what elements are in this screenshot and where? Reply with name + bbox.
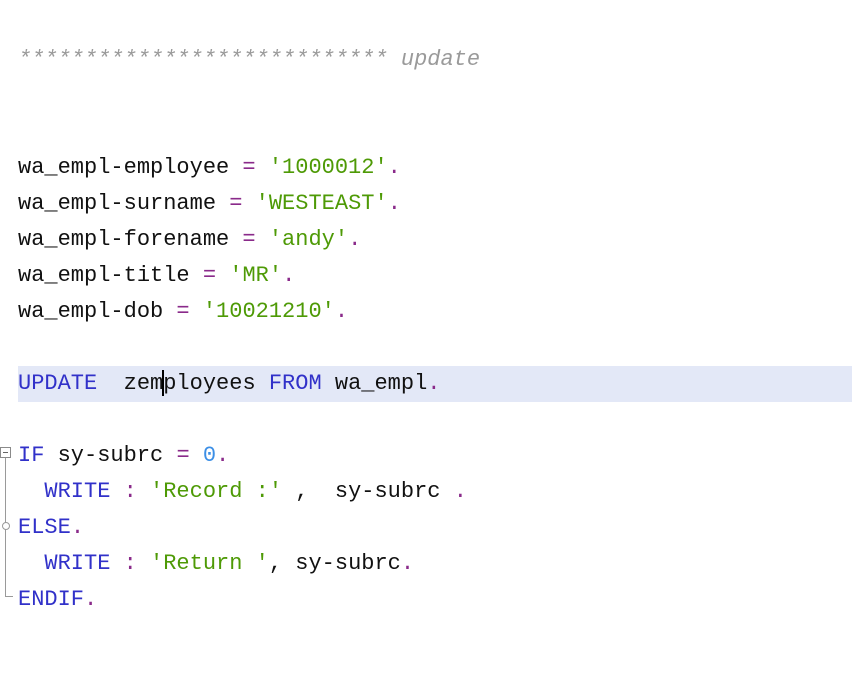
condition-field: sy-subrc — [44, 443, 177, 468]
keyword-if: IF — [18, 443, 45, 468]
write-args: , sy-subrc — [282, 479, 454, 504]
operator: = — [163, 299, 203, 324]
code-line-endif: ENDIF. — [18, 582, 97, 618]
statement-end: . — [84, 587, 98, 612]
code-line-title: wa_empl-title = 'MR'. — [18, 258, 295, 294]
keyword-write: WRITE — [44, 551, 111, 576]
table-name-part: zem — [97, 371, 164, 396]
statement-end: . — [348, 227, 362, 252]
statement-end: . — [400, 551, 415, 576]
code-line-forename: wa_empl-forename = 'andy'. — [18, 222, 361, 258]
code-line-employee: wa_empl-employee = '1000012'. — [18, 150, 401, 186]
statement-end: . — [70, 515, 85, 540]
code-line-surname: wa_empl-surname = 'WESTEAST'. — [18, 186, 401, 222]
comment-line: **************************** update — [18, 42, 480, 78]
string-literal: 'MR' — [229, 263, 283, 288]
operator: = — [189, 263, 230, 288]
operator: = — [229, 227, 269, 252]
code-line-dob: wa_empl-dob = '10021210'. — [18, 294, 348, 330]
statement-end: . — [387, 191, 401, 216]
fold-guide-end — [5, 596, 13, 597]
statement-end: . — [427, 371, 441, 396]
fold-branch-marker-icon — [2, 522, 10, 530]
operator: = — [229, 155, 269, 180]
statement-end: . — [216, 443, 230, 468]
code-line-write-return: WRITE : 'Return ', sy-subrc. — [18, 546, 414, 582]
colon: : — [110, 551, 151, 576]
colon: : — [110, 479, 151, 504]
field-name: wa_empl-dob — [18, 299, 164, 324]
table-name-part: ployees — [163, 371, 269, 396]
keyword-update: UPDATE — [18, 371, 98, 396]
keyword-endif: ENDIF — [18, 587, 85, 612]
code-line-write-record: WRITE : 'Record :' , sy-subrc . — [18, 474, 467, 510]
code-line-else: ELSE. — [18, 510, 84, 546]
string-literal: '10021210' — [202, 299, 335, 324]
statement-end: . — [453, 479, 467, 504]
number-literal: 0 — [189, 443, 217, 468]
statement-end: . — [282, 263, 296, 288]
string-literal: 'Record :' — [150, 479, 283, 504]
code-line-if: IF sy-subrc = 0. — [18, 438, 229, 474]
field-name: wa_empl-forename — [18, 227, 230, 252]
string-literal: '1000012' — [268, 155, 388, 180]
field-name: wa_empl-surname — [18, 191, 217, 216]
code-editor[interactable]: **************************** update wa_e… — [0, 0, 852, 698]
fold-collapse-icon[interactable] — [0, 447, 11, 458]
comment-stars: **************************** — [18, 47, 388, 72]
field-name: wa_empl-title — [18, 263, 190, 288]
write-args: , sy-subrc — [268, 551, 401, 576]
keyword-write: WRITE — [44, 479, 111, 504]
field-name: wa_empl-employee — [18, 155, 230, 180]
operator: = — [216, 191, 256, 216]
operator: = — [176, 443, 190, 468]
statement-end: . — [334, 299, 349, 324]
string-literal: 'Return ' — [150, 551, 269, 576]
statement-end: . — [387, 155, 401, 180]
keyword-from: FROM — [268, 371, 322, 396]
comment-text: update — [387, 47, 481, 72]
work-area-name: wa_empl — [321, 371, 428, 396]
string-literal: 'WESTEAST' — [255, 191, 388, 216]
string-literal: 'andy' — [268, 227, 349, 252]
keyword-else: ELSE — [18, 515, 71, 540]
code-line-update: UPDATE zemployees FROM wa_empl. — [18, 366, 441, 402]
